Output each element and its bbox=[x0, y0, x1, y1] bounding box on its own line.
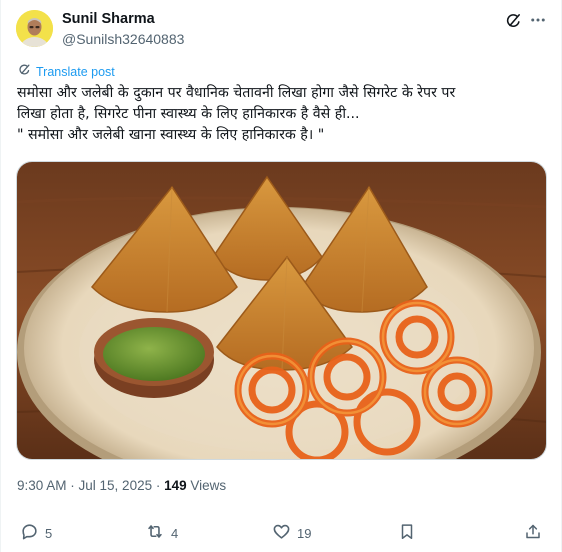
translate-post-link[interactable]: Translate post bbox=[18, 63, 115, 81]
meta-separator: · bbox=[66, 478, 79, 493]
like-button[interactable]: 19 bbox=[272, 518, 311, 548]
share-button[interactable] bbox=[524, 518, 542, 548]
post-meta: 9:30 AM · Jul 15, 2025 · 149 Views bbox=[17, 478, 226, 493]
reply-button[interactable]: 5 bbox=[20, 518, 52, 548]
heart-icon bbox=[272, 522, 291, 544]
translate-icon bbox=[18, 63, 31, 81]
post-media-image[interactable] bbox=[16, 161, 547, 460]
retweet-count: 4 bbox=[171, 525, 179, 541]
more-icon[interactable] bbox=[529, 11, 547, 29]
post-text: समोसा और जलेबी के दुकान पर वैधानिक चेताव… bbox=[17, 83, 547, 146]
post-card: Sunil Sharma @Sunilsh32640883 Translate … bbox=[0, 0, 562, 552]
retweet-button[interactable]: 4 bbox=[145, 518, 178, 548]
author-handle[interactable]: @Sunilsh32640883 bbox=[62, 31, 184, 47]
grok-icon[interactable] bbox=[504, 11, 522, 29]
views-label: Views bbox=[186, 478, 227, 493]
action-bar: 5 4 19 bbox=[1, 518, 562, 548]
views-count: 149 bbox=[164, 478, 187, 493]
retweet-icon bbox=[145, 522, 165, 544]
samosa-jalebi-photo bbox=[17, 162, 546, 459]
reply-count: 5 bbox=[45, 525, 53, 541]
avatar[interactable] bbox=[16, 10, 53, 47]
translate-post-label: Translate post bbox=[36, 65, 115, 79]
author-name[interactable]: Sunil Sharma bbox=[62, 11, 155, 27]
post-text-line: समोसा और जलेबी के दुकान पर वैधानिक चेताव… bbox=[17, 85, 456, 101]
bookmark-icon bbox=[398, 522, 416, 544]
like-count: 19 bbox=[297, 525, 312, 541]
avatar-photo bbox=[16, 10, 53, 47]
post-text-line: लिखा होता है, सिगरेट पीना स्वास्थ्य के ल… bbox=[17, 106, 360, 122]
meta-separator: · bbox=[152, 478, 165, 493]
reply-icon bbox=[20, 522, 39, 544]
post-text-line: " समोसा और जलेबी खाना स्वास्थ्य के लिए ह… bbox=[17, 127, 325, 143]
post-time[interactable]: 9:30 AM bbox=[17, 478, 67, 493]
bookmark-button[interactable] bbox=[398, 518, 416, 548]
post-date[interactable]: Jul 15, 2025 bbox=[79, 478, 153, 493]
share-icon bbox=[524, 522, 542, 544]
